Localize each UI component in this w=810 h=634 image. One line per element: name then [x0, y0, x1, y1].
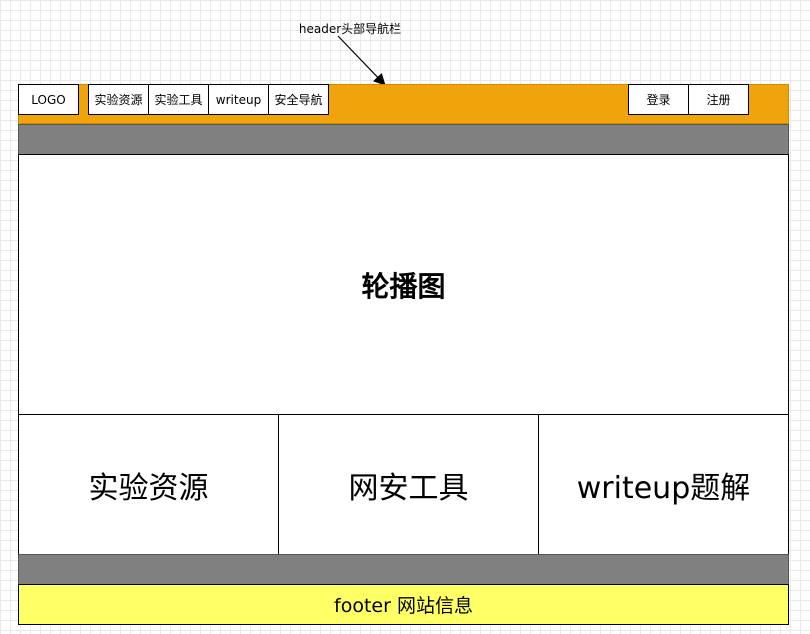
- card-lab-resources: 实验资源: [18, 414, 279, 555]
- gray-divider-bottom: [18, 554, 789, 585]
- logo[interactable]: LOGO: [18, 84, 79, 115]
- carousel: 轮播图: [18, 154, 789, 415]
- login-button[interactable]: 登录: [628, 84, 689, 115]
- nav-item-lab-tools[interactable]: 实验工具: [148, 84, 209, 115]
- nav-item-security-nav[interactable]: 安全导航: [268, 84, 329, 115]
- register-button[interactable]: 注册: [688, 84, 749, 115]
- gray-divider-top: [18, 124, 789, 155]
- footer: footer 网站信息: [18, 584, 789, 625]
- header-annotation: header头部导航栏: [298, 22, 402, 36]
- nav-item-lab-resources[interactable]: 实验资源: [88, 84, 149, 115]
- card-writeup: writeup题解: [538, 414, 789, 555]
- card-security-tools: 网安工具: [278, 414, 539, 555]
- nav-item-writeup[interactable]: writeup: [208, 84, 269, 115]
